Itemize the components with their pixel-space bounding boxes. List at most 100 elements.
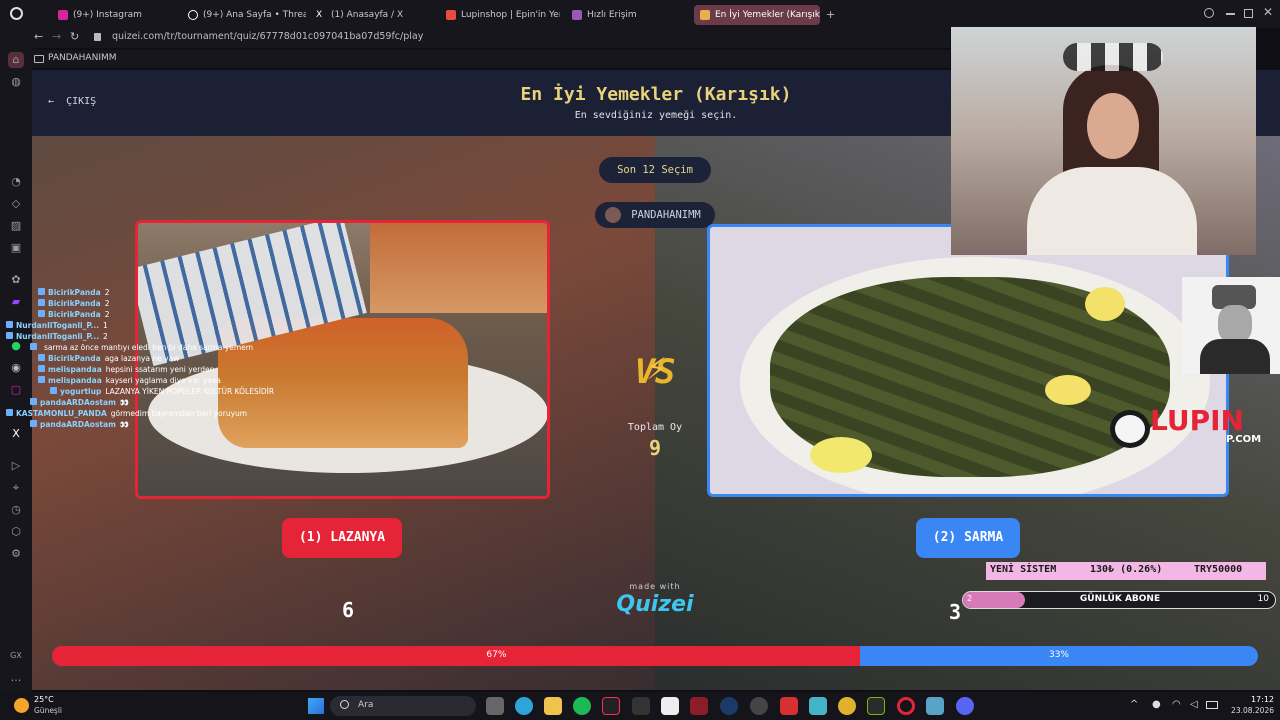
maximize-icon[interactable] <box>1244 9 1253 18</box>
chat-badge-icon <box>38 354 45 361</box>
chat-text: sarma az önce mantıyı eledi ben bi daha … <box>44 343 254 352</box>
chrome-icon[interactable] <box>838 697 856 715</box>
pin-icon[interactable]: ⌖ <box>8 480 24 496</box>
gamepad-icon[interactable]: ◍ <box>8 74 24 90</box>
forward-icon[interactable]: → <box>52 30 61 43</box>
app-icon[interactable] <box>926 697 944 715</box>
ticker-label: YENİ SİSTEM <box>990 564 1057 575</box>
taskbar-search[interactable]: Ara <box>330 696 476 716</box>
chat-badge-icon <box>38 310 45 317</box>
play-icon[interactable]: ▷ <box>8 458 24 474</box>
opera-gx-icon[interactable] <box>897 697 915 715</box>
avatar <box>605 207 621 223</box>
threads-icon <box>188 10 198 20</box>
search-tabs-icon[interactable] <box>1204 8 1214 18</box>
browser-logo-icon[interactable] <box>10 7 23 20</box>
back-icon[interactable]: ← <box>34 30 43 43</box>
discord-taskbar-icon[interactable] <box>956 697 974 715</box>
new-tab-icon[interactable]: + <box>826 8 835 21</box>
valorant-icon[interactable] <box>690 697 708 715</box>
chat-username: melispandaa <box>48 365 102 374</box>
steam-icon[interactable] <box>720 697 738 715</box>
tray-chevron-icon[interactable]: ^ <box>1130 699 1138 710</box>
bag-icon[interactable]: ◇ <box>8 196 24 212</box>
chat-badge-icon <box>38 376 45 383</box>
microphone-icon[interactable]: ● <box>1152 699 1161 710</box>
chat-username: pandaARDAostam <box>40 420 116 429</box>
minimize-icon[interactable] <box>1226 13 1235 15</box>
chat-badge-icon <box>30 420 37 427</box>
battery-icon[interactable] <box>1206 701 1218 709</box>
gx-icon[interactable]: GX <box>8 648 24 664</box>
search-icon <box>340 700 349 709</box>
epic-games-icon[interactable] <box>632 697 650 715</box>
chat-badge-icon <box>38 365 45 372</box>
chat-username: NurdanIlToganli_P... <box>16 332 100 341</box>
browser-tab[interactable]: X (1) Anasayfa / X <box>316 5 436 25</box>
start-icon[interactable] <box>308 698 324 714</box>
quizei-logo[interactable]: Quizei <box>605 592 705 617</box>
streamer-body-shape <box>1027 167 1197 255</box>
chat-badge-icon <box>30 343 37 350</box>
more-icon[interactable]: … <box>8 670 24 686</box>
browser-tab[interactable]: Hızlı Erişim <box>572 5 682 25</box>
chatgpt-icon[interactable]: ✿ <box>8 272 24 288</box>
nvidia-icon[interactable] <box>867 697 885 715</box>
streamer-face-shape <box>1087 93 1139 159</box>
chat-badge-icon <box>38 288 45 295</box>
folder-icon <box>34 55 44 63</box>
capcut-icon[interactable] <box>661 697 679 715</box>
chat-message: NurdanIlToganli_P... 2 <box>6 331 108 342</box>
chat-text: 👀 <box>119 420 130 429</box>
address-bar: ← → ↻ quizei.com/tr/tournament/quiz/6777… <box>28 28 950 48</box>
chat-message: melispandaa hepsini ssatarım yeni yerden <box>38 364 214 375</box>
chat-message: yogurtlup LAZANYA YİKEN POPÜLER KÜLTÜR KÖ… <box>50 386 274 397</box>
lemon-shape <box>1085 287 1125 321</box>
option-card-sarma[interactable] <box>707 224 1229 497</box>
clock-icon[interactable]: ◷ <box>8 502 24 518</box>
chat-username: NurdanIlToganli_P... <box>16 321 100 330</box>
chat-message: BicirikPanda aga lazanya ne yaw <box>38 353 179 364</box>
chat-text: LAZANYA YİKEN POPÜLER KÜLTÜR KÖLESİDİR <box>105 387 275 396</box>
settings-icon[interactable]: ⚙ <box>8 546 24 562</box>
stripes-icon[interactable]: ▨ <box>8 218 24 234</box>
browser-tab[interactable]: Lupinshop | Epin'in Yeni Me <box>446 5 560 25</box>
lemon-shape <box>810 437 872 473</box>
task-view-icon[interactable] <box>486 697 504 715</box>
sarma-vote-button[interactable]: (2) SARMA <box>916 518 1020 558</box>
donation-ticker: YENİ SİSTEM 130₺ (0.26%) TRY50000 <box>986 562 1266 580</box>
clock-date: 23.08.2026 <box>1231 706 1274 715</box>
portrait-coat-shape <box>1200 339 1270 374</box>
history-icon[interactable]: ◔ <box>8 174 24 190</box>
tiktok-icon[interactable] <box>602 697 620 715</box>
instagram-icon <box>58 10 68 20</box>
browser-tab-active[interactable]: En İyi Yemekler (Karışık) - <box>694 5 820 25</box>
home-icon[interactable]: ⌂ <box>8 52 24 68</box>
wifi-icon[interactable]: ◠ <box>1172 699 1181 710</box>
chat-badge-icon <box>50 387 57 394</box>
volume-icon[interactable]: ◁ <box>1190 699 1198 710</box>
chat-text: aga lazanya ne yaw <box>104 354 180 363</box>
bookmark-folder[interactable]: PANDAHANIMM <box>48 53 117 63</box>
browser-tab-bar: (9+) Instagram (9+) Ana Sayfa • Threads … <box>0 0 1280 28</box>
url-input[interactable]: quizei.com/tr/tournament/quiz/67778d01c0… <box>112 31 423 42</box>
spotify-icon[interactable] <box>573 697 591 715</box>
browser-tab[interactable]: (9+) Ana Sayfa • Threads <box>188 5 306 25</box>
chat-message: pandaARDAostam 👀 <box>30 419 129 430</box>
edge-icon[interactable] <box>515 697 533 715</box>
record-app-icon[interactable] <box>780 697 798 715</box>
file-explorer-icon[interactable] <box>544 697 562 715</box>
browser-tab[interactable]: (9+) Instagram <box>58 5 178 25</box>
obs-icon[interactable] <box>750 697 768 715</box>
chat-text: 👀 <box>119 398 130 407</box>
lasagna-vote-button[interactable]: (1) LAZANYA <box>282 518 402 558</box>
sarma-percent-label: 33% <box>1048 650 1069 660</box>
weather-icon[interactable] <box>14 698 29 713</box>
reload-icon[interactable]: ↻ <box>70 30 79 43</box>
cube-icon[interactable]: ⬡ <box>8 524 24 540</box>
close-window-icon[interactable]: ✕ <box>1263 5 1273 19</box>
notes-icon[interactable] <box>809 697 827 715</box>
speed-dial-icon <box>572 10 582 20</box>
chat-username: BicirikPanda <box>48 310 101 319</box>
m-icon[interactable]: ▣ <box>8 240 24 256</box>
